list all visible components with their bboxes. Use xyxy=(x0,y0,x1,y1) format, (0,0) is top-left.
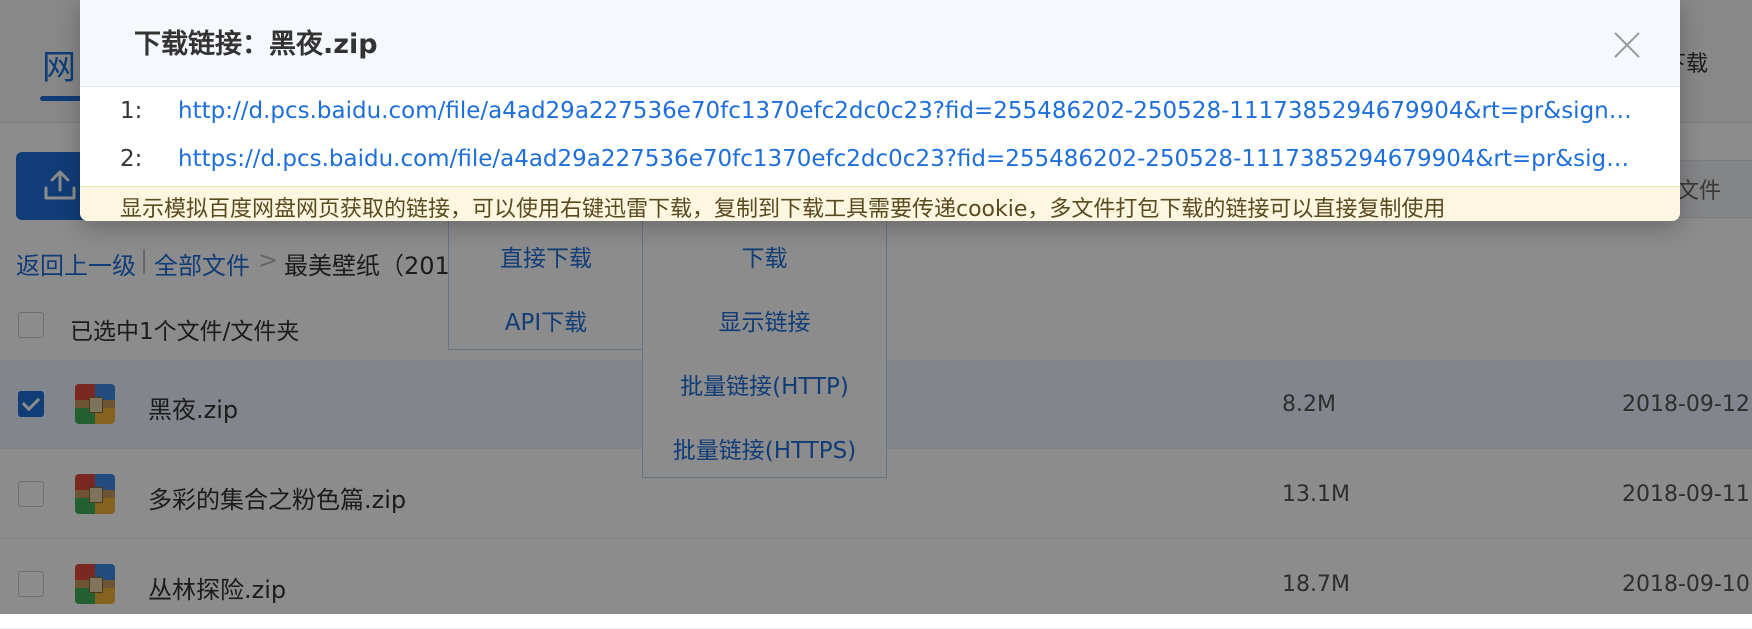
download-links-dialog: 下载链接：黑夜.zip 1: http://d.pcs.baidu.com/fi… xyxy=(80,0,1680,221)
download-link-http[interactable]: http://d.pcs.baidu.com/file/a4ad29a22753… xyxy=(178,98,1638,124)
dialog-tip-text: 显示模拟百度网盘网页获取的链接，可以使用右键迅雷下载，复制到下载工具需要传递co… xyxy=(120,197,1446,221)
dialog-tip-banner: 显示模拟百度网盘网页获取的链接，可以使用右键迅雷下载，复制到下载工具需要传递co… xyxy=(80,186,1680,221)
dialog-title: 下载链接：黑夜.zip xyxy=(134,29,378,60)
dialog-header: 下载链接：黑夜.zip xyxy=(80,0,1680,87)
close-icon[interactable] xyxy=(1612,30,1642,60)
link-number: 1: xyxy=(120,98,143,124)
download-link-https[interactable]: https://d.pcs.baidu.com/file/a4ad29a2275… xyxy=(178,146,1638,172)
link-number: 2: xyxy=(120,146,143,172)
